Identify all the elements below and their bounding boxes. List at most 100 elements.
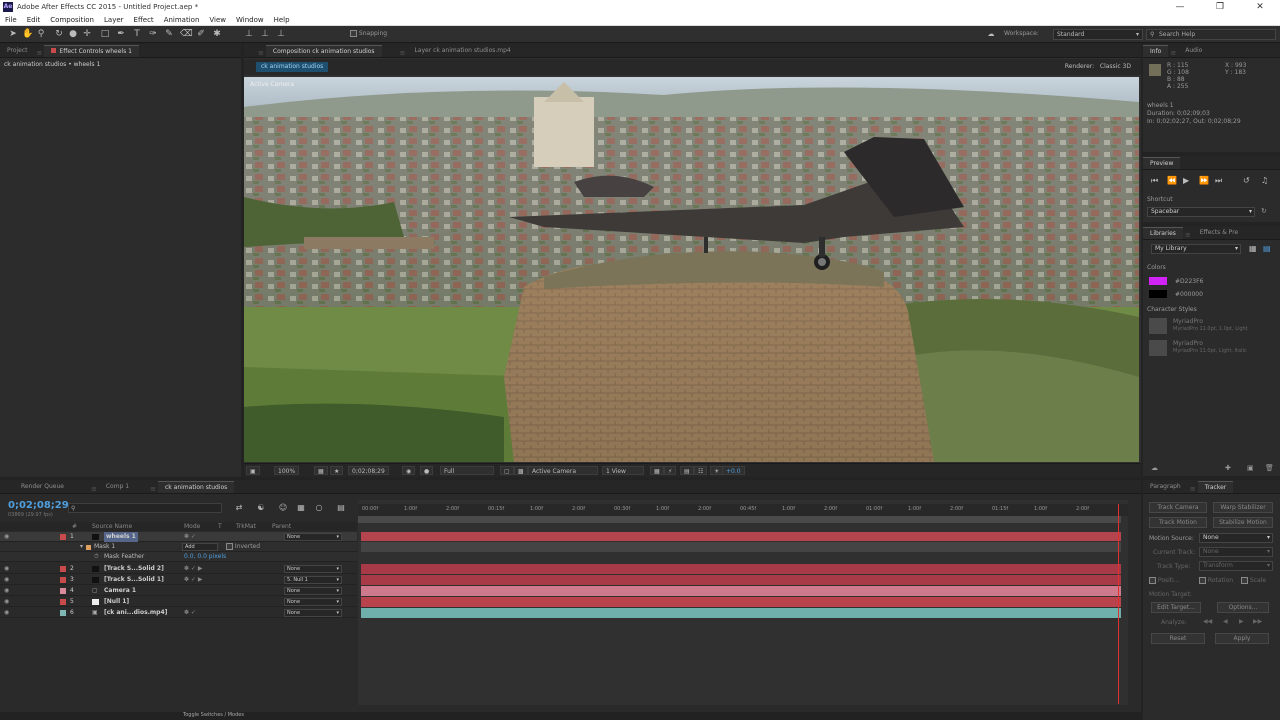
clone-stamp-tool-icon[interactable]: ✎ — [164, 29, 174, 39]
apply-button[interactable]: Apply — [1215, 633, 1269, 644]
shortcut-dropdown[interactable]: Spacebar ▾ — [1147, 207, 1255, 217]
snapshot-icon[interactable]: ◉ — [402, 466, 416, 475]
switches[interactable]: ✽ ✓ ▶ — [184, 564, 202, 574]
label-color[interactable] — [60, 588, 66, 594]
switches[interactable]: ✽ ✓ — [184, 532, 196, 542]
parent-dropdown[interactable]: None ▾ — [284, 609, 342, 617]
tab-audio[interactable]: Audio — [1178, 45, 1209, 57]
tab-composition[interactable]: Composition ck animation studios — [265, 45, 382, 57]
comp-breadcrumb[interactable]: ck animation studios — [256, 62, 329, 72]
rectangle-tool-icon[interactable]: □ — [100, 29, 110, 39]
eraser-tool-icon[interactable]: ⌫ — [180, 29, 193, 39]
options-button[interactable]: Options... — [1217, 602, 1269, 613]
type-tool-icon[interactable]: T — [132, 29, 142, 39]
analyze-backward-icon[interactable]: ◀◀ — [1203, 618, 1212, 625]
work-area-bar[interactable] — [358, 516, 1121, 523]
parent-dropdown[interactable]: None ▾ — [284, 565, 342, 573]
layer-name[interactable]: [Track S...Solid 2] — [104, 564, 164, 574]
current-time-display[interactable]: 0;02;08;29 — [348, 466, 389, 475]
tab-render-queue[interactable]: Render Queue — [14, 481, 71, 493]
tab-effects-presets[interactable]: Effects & Pre — [1193, 227, 1245, 239]
audio-icon[interactable]: ♫ — [1261, 176, 1268, 185]
scale-checkbox[interactable] — [1241, 577, 1248, 584]
add-content-icon[interactable]: ▣ — [1247, 464, 1254, 472]
snapping-checkbox[interactable] — [350, 30, 357, 37]
switches[interactable]: ✽ ✓ — [184, 608, 196, 618]
timeline-icon[interactable]: ▤ — [680, 466, 694, 475]
layer-bar[interactable] — [361, 597, 1121, 607]
mask-feather-value[interactable]: 0.0, 0.0 pixels — [184, 552, 226, 562]
close-button[interactable]: ✕ — [1240, 0, 1280, 14]
tab-comp-1[interactable]: Comp 1 — [99, 481, 136, 493]
rotation-checkbox[interactable] — [1199, 577, 1206, 584]
selection-tool-icon[interactable]: ➤ — [8, 29, 18, 39]
eye-icon[interactable]: ◉ — [4, 534, 12, 540]
pen-tool-icon[interactable]: ✒ — [116, 29, 126, 39]
next-frame-icon[interactable]: ⏩ — [1199, 176, 1209, 185]
layer-row[interactable]: ◉ 1 wheels 1 ✽ ✓ None ▾ — [0, 532, 357, 542]
timeline-graph[interactable]: 00:00f 1:00f 2:00f 00:15f 1:00f 2:00f 00:30f 1:… — [358, 500, 1128, 705]
layer-row[interactable]: ◉ 3 [Track S...Solid 1] ✽ ✓ ▶ 5. Null 1 ▾ — [0, 575, 357, 585]
menu-file[interactable]: File — [0, 16, 22, 24]
world-axis-mode-icon[interactable]: ⊥ — [260, 29, 270, 39]
tab-layer[interactable]: Layer ck animation studios.mp4 — [407, 45, 517, 57]
mask-row[interactable]: ▾ Mask 1 Add Inverted — [0, 542, 357, 552]
label-color[interactable] — [60, 577, 66, 583]
current-time-display[interactable]: 0;02;08;29 — [8, 500, 69, 511]
layer-name[interactable]: Camera 1 — [104, 586, 136, 596]
grid-view-icon[interactable]: ▦ — [1249, 244, 1257, 253]
track-motion-button[interactable]: Track Motion — [1149, 517, 1207, 528]
menu-help[interactable]: Help — [269, 16, 295, 24]
eye-icon[interactable]: ◉ — [4, 599, 12, 605]
edit-target-button[interactable]: Edit Target... — [1151, 602, 1201, 613]
tab-preview[interactable]: Preview — [1143, 157, 1181, 169]
add-to-library-icon[interactable]: ✚ — [1225, 464, 1231, 472]
hide-shy-layers-icon[interactable]: ☺ — [278, 503, 288, 513]
mask-mode-dropdown[interactable]: Add — [182, 543, 218, 551]
label-color[interactable] — [60, 599, 66, 605]
renderer-indicator[interactable]: Renderer: Classic 3D — [1065, 63, 1131, 70]
label-color[interactable] — [60, 566, 66, 572]
composition-viewport[interactable]: Active Camera — [244, 77, 1139, 462]
eye-icon[interactable]: ◉ — [4, 588, 12, 594]
delete-icon[interactable]: 🗑 — [1265, 464, 1274, 472]
frame-blending-icon[interactable]: ▦ — [296, 503, 306, 513]
parent-dropdown[interactable]: None ▾ — [284, 587, 342, 595]
choose-grid-icon[interactable]: ▦ — [314, 466, 328, 475]
layer-bar[interactable] — [361, 564, 1121, 574]
char-style-thumb-1[interactable] — [1149, 318, 1167, 334]
layer-name[interactable]: wheels 1 — [104, 532, 138, 542]
toggle-pixel-aspect-icon[interactable]: ▦ — [650, 466, 664, 475]
position-checkbox[interactable] — [1149, 577, 1156, 584]
brush-tool-icon[interactable]: ✑ — [148, 29, 158, 39]
color-swatch-1[interactable] — [1149, 277, 1167, 285]
minimize-button[interactable]: — — [1160, 0, 1200, 14]
magnification-dropdown[interactable]: 100% — [274, 466, 300, 475]
tab-paragraph[interactable]: Paragraph — [1143, 481, 1188, 493]
layer-bar[interactable] — [361, 608, 1121, 618]
hand-tool-icon[interactable]: ✋ — [22, 29, 33, 39]
tab-effect-controls[interactable]: Effect Controls wheels 1 — [44, 45, 139, 57]
track-type-dropdown[interactable]: Transform ▾ — [1199, 561, 1273, 571]
eye-icon[interactable]: ◉ — [4, 610, 12, 616]
eye-icon[interactable]: ◉ — [4, 577, 12, 583]
layer-row[interactable]: ◉ 2 [Track S...Solid 2] ✽ ✓ ▶ None ▾ — [0, 564, 357, 574]
mask-visibility-icon[interactable]: ★ — [330, 466, 344, 475]
stabilize-motion-button[interactable]: Stabilize Motion — [1213, 517, 1273, 528]
menu-layer[interactable]: Layer — [99, 16, 129, 24]
col-source-name[interactable]: Source Name — [92, 523, 132, 530]
timeline-search-input[interactable]: ⚲ — [68, 503, 222, 513]
label-color[interactable] — [60, 610, 66, 616]
analyze-back-frame-icon[interactable]: ◀ — [1223, 618, 1228, 625]
local-axis-mode-icon[interactable]: ⊥ — [244, 29, 254, 39]
menu-animation[interactable]: Animation — [159, 16, 205, 24]
library-dropdown[interactable]: My Library ▾ — [1151, 244, 1241, 254]
inverted-checkbox[interactable] — [226, 543, 233, 550]
search-help-input[interactable]: ⚲ Search Help — [1146, 29, 1276, 40]
zoom-tool-icon[interactable]: ⚲ — [36, 29, 46, 39]
mask-color[interactable] — [86, 545, 91, 550]
motion-blur-icon[interactable]: ○ — [314, 503, 324, 513]
tab-project[interactable]: Project — [0, 45, 35, 57]
expand-arrow-icon[interactable]: ▾ — [80, 542, 83, 552]
roto-brush-tool-icon[interactable]: ✐ — [196, 29, 206, 39]
